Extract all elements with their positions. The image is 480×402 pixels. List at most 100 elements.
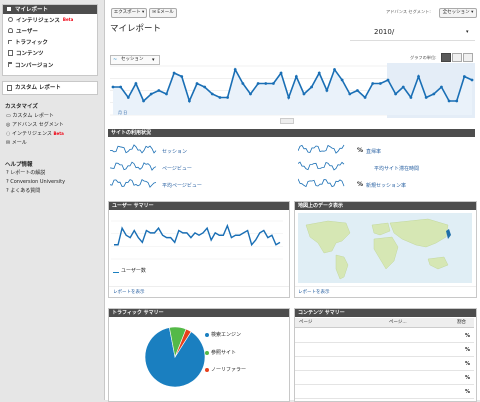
sidebar-item-conversion[interactable]: コンバージョン [3,60,97,69]
data-point [134,82,138,85]
sidebar-item-traffic[interactable]: トラフィック [3,37,97,46]
metric-link-pageviews[interactable]: ページビュー [162,166,192,172]
column-header-pct: 割合 [457,320,466,325]
help-item-report-guide[interactable]: ? レポートの解説 [6,170,45,176]
table-row[interactable]: % [295,371,474,385]
panel-title: 地図上のデータ表示 [298,203,344,209]
data-point [310,85,313,89]
graph-resize-handle[interactable] [280,118,294,124]
customize-item-label: アドバンス セグメント [11,122,64,128]
data-point [126,96,130,99]
segment-label: アドバンス セグメント: [386,9,431,14]
metric-link-avg-time[interactable]: 平均サイト滞在時間 [374,166,419,172]
sidebar-item-label: トラフィック [15,39,48,46]
graph-by-label: グラフの単位: [410,55,437,60]
data-point [172,71,176,75]
data-point [424,96,428,99]
data-point [294,75,298,78]
help-item-label: レポートの解説 [10,170,46,176]
legend-swatch [205,333,209,337]
data-point [371,82,375,85]
legend-label: ノーリファラー [211,367,247,373]
table-row[interactable]: % [295,385,474,399]
customize-item-intelligence[interactable]: ◌ インテリジェンス Beta [6,131,64,137]
table-row[interactable]: % [295,357,474,371]
view-report-link[interactable]: レポートを表示 [298,290,330,296]
customize-item-label: インテリジェンス [11,131,52,137]
customize-title: カスタマイズ [5,104,38,110]
help-icon: ? [6,188,9,194]
metric-link-new-visits[interactable]: 新規セッション率 [366,183,406,189]
data-point [287,96,291,99]
data-point [226,96,229,99]
date-range-picker[interactable]: 2010/ ▾ [350,26,475,41]
sidebar-item-my-report[interactable]: マイレポート [3,5,97,14]
custom-report-box[interactable]: カスタム レポート [2,81,98,95]
lightbulb-icon: ◌ [6,131,11,137]
segment-dropdown[interactable]: 全セッション ▾ [439,8,477,18]
sidebar-item-label: マイレポート [15,6,49,13]
data-point [180,75,184,78]
map-footer [295,286,476,287]
row-pct: % [465,347,471,353]
data-point [356,89,359,92]
metric-link-pages-per-visit[interactable]: 平均ページビュー [162,183,202,189]
customize-item-advanced-segment[interactable]: ◎ アドバンス セグメント [6,122,64,128]
sessions-line-chart [110,63,475,118]
data-point [157,89,161,92]
data-point [470,78,474,82]
metric-link-bounce-rate[interactable]: 直帰率 [366,149,381,155]
data-point [241,82,245,85]
beta-badge: Beta [53,131,64,136]
column-header-pageviews: ページ... [389,320,407,325]
row-pct: % [465,333,471,339]
data-point [363,96,367,99]
page-icon [8,49,13,56]
sidebar-item-content[interactable]: コンテンツ [3,48,97,57]
segment-value: 全セッション ▾ [442,10,474,15]
view-report-link[interactable]: レポートを表示 [113,290,145,296]
graph-by-day-button[interactable] [441,53,451,62]
traffic-icon [8,39,12,44]
legend-swatch [205,351,209,355]
report-icon [7,85,12,91]
customize-item-custom-report[interactable]: ▭ カスタム レポート [6,113,54,119]
sidebar-item-users[interactable]: ユーザー [3,26,97,35]
graph-by-month-button[interactable] [463,53,473,62]
metric-link-sessions[interactable]: セッション [162,149,187,155]
legend-swatch [205,368,209,372]
sidebar-item-label: ユーザー [16,28,38,35]
custom-report-label: カスタム レポート [15,85,61,91]
row-pct: % [465,375,471,381]
user-icon [8,28,13,33]
data-point [386,78,390,82]
data-point [165,92,168,96]
table-row[interactable]: % [295,329,474,343]
data-point [233,68,237,71]
panel-title: ユーザー サマリー [112,203,154,209]
email-button[interactable]: ✉ Eメール [149,8,177,18]
traffic-pie-chart [144,326,206,388]
export-button[interactable]: エクスポート ▾ [111,8,147,18]
help-item-conversion-university[interactable]: ? Conversion University [6,179,65,185]
help-item-faq[interactable]: ? よくある質問 [6,188,40,194]
customize-item-email[interactable]: ✉ メール [6,140,27,146]
traffic-overview-header: トラフィック サマリー [109,309,289,317]
data-point [440,85,443,89]
table-row[interactable]: % [295,343,474,357]
report-icon: ▭ [6,113,11,119]
data-point [462,75,466,78]
data-point [218,96,222,99]
metric-sparkline [110,178,157,188]
world-map[interactable] [298,213,472,283]
chart-annotation[interactable]: 月 日 [118,110,127,116]
email-label: ✉ Eメール [152,10,174,15]
data-point [203,85,207,89]
sidebar-item-intelligence[interactable]: インテリジェンス Beta [3,15,97,24]
graph-by-week-button[interactable] [452,53,462,62]
data-point [417,75,420,78]
chevron-down-icon: ▾ [466,29,469,35]
metric-sparkline [298,144,345,154]
data-point [378,82,382,85]
data-point [325,89,329,92]
